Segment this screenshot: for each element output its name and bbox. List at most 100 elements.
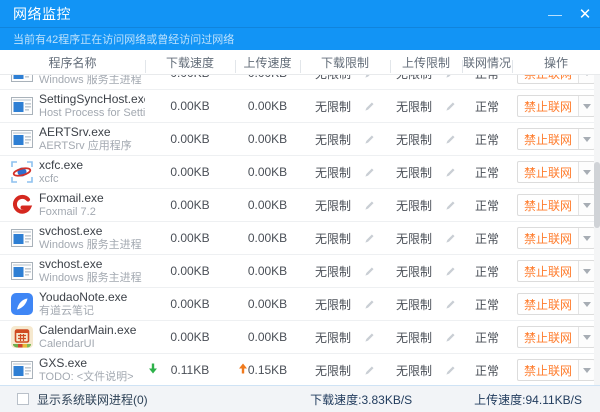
forbid-network-button[interactable]: 禁止联网 — [518, 162, 578, 182]
edit-upload-limit-icon[interactable] — [445, 167, 456, 178]
edit-download-limit-icon[interactable] — [364, 134, 375, 145]
upload-speed-value: 0.00KB — [248, 330, 287, 344]
forbid-network-button[interactable]: 禁止联网 — [518, 294, 578, 314]
global-speeds: 下载速度:3.83KB/S 上传速度:94.11KB/S — [310, 391, 588, 408]
edit-download-limit-icon[interactable] — [364, 299, 375, 310]
forbid-network-button[interactable]: 禁止联网 — [518, 261, 578, 281]
edit-upload-limit-icon[interactable] — [445, 200, 456, 211]
forbid-network-button[interactable]: 禁止联网 — [518, 195, 578, 215]
edit-upload-limit-icon[interactable] — [445, 365, 456, 376]
download-limit-value: 无限制 — [315, 329, 351, 346]
table-row: SettingSyncHost.exe Host Process for Set… — [0, 90, 600, 123]
program-description: Host Process for Setti... — [39, 107, 145, 120]
window-title: 网络监控 — [13, 4, 71, 24]
scrollbar-thumb[interactable] — [594, 162, 600, 228]
forbid-network-split-button: 禁止联网 — [517, 95, 595, 117]
chevron-down-icon — [583, 269, 591, 274]
footer-bar: 显示系统联网进程(0) 下载速度:3.83KB/S 上传速度:94.11KB/S — [0, 385, 600, 412]
net-status-value: 正常 — [475, 230, 499, 247]
forbid-network-dropdown[interactable] — [578, 360, 594, 380]
forbid-network-dropdown[interactable] — [578, 228, 594, 248]
global-download-speed: 下载速度:3.83KB/S — [310, 391, 412, 408]
edit-upload-limit-icon[interactable] — [445, 75, 456, 79]
minimize-button[interactable]: — — [540, 0, 570, 27]
program-name: SettingSyncHost.exe — [39, 93, 145, 107]
program-name: YoudaoNote.exe — [39, 291, 127, 305]
edit-upload-limit-icon[interactable] — [445, 266, 456, 277]
edit-download-limit-icon[interactable] — [364, 200, 375, 211]
forbid-network-dropdown[interactable] — [578, 162, 594, 182]
upload-speed-value: 0.00KB — [248, 132, 287, 146]
global-upload-speed: 上传速度:94.11KB/S — [474, 391, 582, 408]
chevron-down-icon — [583, 368, 591, 373]
windows-service-icon — [10, 127, 34, 151]
net-status-value: 正常 — [475, 98, 499, 115]
program-description: Windows 服务主进程 — [39, 75, 142, 86]
download-speed-value: 0.11KB — [171, 363, 209, 377]
edit-upload-limit-icon[interactable] — [445, 299, 456, 310]
download-speed-value: 0.00KB — [170, 297, 209, 311]
forbid-network-button[interactable]: 禁止联网 — [518, 129, 578, 149]
chevron-down-icon — [583, 203, 591, 208]
edit-download-limit-icon[interactable] — [364, 233, 375, 244]
program-description: Foxmail 7.2 — [39, 206, 104, 219]
chevron-down-icon — [583, 104, 591, 109]
windows-service-icon — [10, 259, 34, 283]
forbid-network-button[interactable]: 禁止联网 — [518, 360, 578, 380]
forbid-network-dropdown[interactable] — [578, 261, 594, 281]
download-speed-value: 0.00KB — [170, 132, 209, 146]
forbid-network-button[interactable]: 禁止联网 — [518, 327, 578, 347]
edit-upload-limit-icon[interactable] — [445, 101, 456, 112]
forbid-network-button[interactable]: 禁止联网 — [518, 96, 578, 116]
table-row: svchost.exe Windows 服务主进程 0.00KB 0.00KB … — [0, 75, 600, 90]
upload-speed-value: 0.00KB — [248, 165, 287, 179]
table-row: GXS.exe TODO: <文件说明> 0.11KB 0.15KB 无限制 无… — [0, 354, 600, 385]
show-system-processes-checkbox[interactable] — [17, 393, 29, 405]
edit-download-limit-icon[interactable] — [364, 266, 375, 277]
chevron-down-icon — [583, 302, 591, 307]
windows-service-icon — [10, 226, 34, 250]
download-arrow-icon — [148, 363, 158, 378]
show-system-processes-label: 显示系统联网进程(0) — [37, 391, 148, 408]
windows-service-icon — [10, 94, 34, 118]
net-status-value: 正常 — [475, 329, 499, 346]
close-button[interactable]: ✕ — [570, 0, 600, 27]
forbid-network-split-button: 禁止联网 — [517, 75, 595, 84]
forbid-network-split-button: 禁止联网 — [517, 359, 595, 381]
download-limit-value: 无限制 — [315, 197, 351, 214]
download-limit-value: 无限制 — [315, 98, 351, 115]
download-limit-value: 无限制 — [315, 263, 351, 280]
forbid-network-dropdown[interactable] — [578, 327, 594, 347]
upload-speed-value: 0.00KB — [248, 99, 287, 113]
windows-service-icon — [10, 75, 34, 85]
edit-download-limit-icon[interactable] — [364, 365, 375, 376]
forbid-network-button[interactable]: 禁止联网 — [518, 228, 578, 248]
upload-limit-value: 无限制 — [396, 197, 432, 214]
edit-download-limit-icon[interactable] — [364, 75, 375, 79]
upload-limit-value: 无限制 — [396, 75, 432, 82]
edit-upload-limit-icon[interactable] — [445, 332, 456, 343]
upload-limit-value: 无限制 — [396, 98, 432, 115]
edit-upload-limit-icon[interactable] — [445, 233, 456, 244]
table-row: AERTSrv.exe AERTSrv 应用程序 0.00KB 0.00KB 无… — [0, 123, 600, 156]
edit-download-limit-icon[interactable] — [364, 332, 375, 343]
forbid-network-dropdown[interactable] — [578, 294, 594, 314]
forbid-network-dropdown[interactable] — [578, 195, 594, 215]
table-row: YoudaoNote.exe 有道云笔记 0.00KB 0.00KB 无限制 无… — [0, 288, 600, 321]
edit-upload-limit-icon[interactable] — [445, 134, 456, 145]
chevron-down-icon — [583, 75, 591, 76]
forbid-network-button[interactable]: 禁止联网 — [518, 75, 578, 83]
upload-speed-value: 0.00KB — [248, 231, 287, 245]
forbid-network-dropdown[interactable] — [578, 75, 594, 83]
column-header-upload-speed: 上传速度 — [235, 54, 300, 71]
program-name: CalendarMain.exe — [39, 324, 136, 338]
program-name: svchost.exe — [39, 258, 142, 272]
vertical-scrollbar[interactable] — [594, 75, 600, 385]
network-monitor-window: 网络监控 — ✕ 当前有42程序正在访问网络或曾经访问过网络 程序名称 下载速度… — [0, 0, 600, 412]
edit-download-limit-icon[interactable] — [364, 167, 375, 178]
edit-download-limit-icon[interactable] — [364, 101, 375, 112]
forbid-network-dropdown[interactable] — [578, 129, 594, 149]
forbid-network-split-button: 禁止联网 — [517, 194, 595, 216]
forbid-network-dropdown[interactable] — [578, 96, 594, 116]
program-description: CalendarUI — [39, 338, 136, 351]
